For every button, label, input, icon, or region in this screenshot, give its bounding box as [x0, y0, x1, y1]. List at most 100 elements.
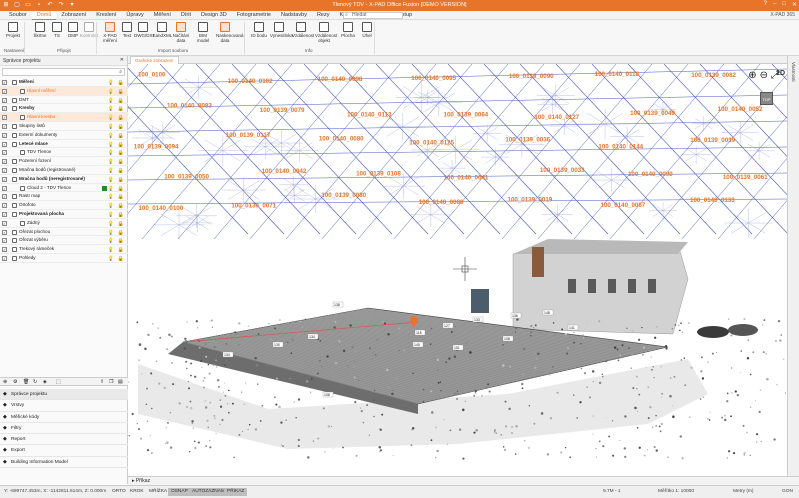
close-icon[interactable]: ✕ [792, 1, 797, 8]
copy-icon[interactable]: ❐ [109, 379, 113, 385]
help-icon[interactable]: ? [764, 1, 767, 8]
minimize-icon[interactable]: – [773, 1, 776, 8]
angle-units[interactable]: GON [782, 489, 793, 494]
ribbon-button-area[interactable]: Plocha [339, 22, 357, 38]
delete-icon[interactable]: 🗑 [23, 379, 29, 385]
visibility-checkbox[interactable]: ✓ [2, 238, 7, 244]
ribbon-button-dwg[interactable]: DWG/DXF [134, 22, 155, 38]
move-up-icon[interactable]: ⇧ [100, 379, 104, 385]
visibility-checkbox[interactable]: ✓ [2, 167, 7, 173]
ribbon-button-point-id[interactable]: ID bodu [250, 22, 268, 38]
tree-row[interactable]: ✓ Pozemní fození 💡 🔒 [0, 157, 128, 166]
tree-row[interactable]: ✓ Letecé mlace 💡 🔒 [0, 140, 128, 149]
paste-icon[interactable]: ▤ [118, 379, 123, 385]
visibility-checkbox[interactable]: ✓ [2, 123, 7, 129]
ribbon-button-load-data[interactable]: Načítání data [172, 22, 190, 43]
ribbon-button-line[interactable]: Vynesitlnka [270, 22, 293, 38]
visibility-checkbox[interactable]: ✓ [2, 255, 7, 261]
tree-row[interactable]: ✓ Externí dokumenty 💡 🔒 [0, 131, 128, 140]
status-toggle-mřížka[interactable]: MŘÍŽKA [146, 488, 170, 496]
visibility-checkbox[interactable]: ✓ [2, 203, 7, 209]
properties-icon[interactable]: ⚙ [13, 379, 17, 385]
tab-úpravy[interactable]: Úpravy [121, 12, 148, 20]
tree-row[interactable]: ✓ Ořezat plochou 💡 🔒 [0, 228, 128, 237]
nav-item[interactable]: ◆ Report [0, 434, 128, 446]
tab-rezy[interactable]: Rezy [312, 12, 335, 20]
tree-row[interactable]: ✓ Skupiny listů 💡 🔒 [0, 122, 128, 131]
tab-kreslení[interactable]: Kreslení [91, 12, 121, 20]
ribbon-button-bim[interactable]: BIM model [194, 22, 212, 43]
nav-item[interactable]: ◆ Vrstvy [0, 400, 128, 412]
tree-row[interactable]: ✓ Mračna bodů (registrované) 💡 🔒 [0, 166, 128, 175]
zoom-in-icon[interactable]: ⊕ [748, 70, 756, 81]
pin-icon[interactable]: ✕ [120, 57, 124, 63]
tab-fotogrametrie[interactable]: Fotogrametrie [232, 12, 276, 20]
tree-row[interactable]: ✓ Hlavní kresba 💡 🔒 [0, 113, 128, 122]
refresh-icon[interactable]: ↻ [33, 379, 37, 385]
color-swatch[interactable] [102, 185, 107, 191]
visibility-checkbox[interactable]: ✓ [2, 132, 7, 138]
nav-item[interactable]: ◆ Building Information Model [0, 457, 128, 469]
nav-item[interactable]: ◆ Export [0, 445, 128, 457]
visibility-checkbox[interactable]: ✓ [2, 247, 7, 253]
ribbon-button-distance[interactable]: Vzdálenost [292, 22, 314, 38]
ribbon-button-scan[interactable]: Naskenovaná data [216, 22, 244, 43]
export-layer-icon[interactable]: ⬚ [56, 379, 61, 385]
visibility-checkbox[interactable]: ✓ [2, 220, 7, 226]
tree-row[interactable]: ✓ Ořezat výběru 💡 🔒 [0, 236, 128, 246]
tree-row[interactable]: ✓ Mračna bodů (neregistrované) 💡 🔒 [0, 175, 128, 184]
status-toggle-krok[interactable]: KROK [127, 488, 147, 496]
nav-item[interactable]: ◆ Správce projektu [0, 389, 128, 401]
tree-row[interactable]: ✓ Rastr map 💡 🔒 [0, 192, 128, 202]
view-cube[interactable]: TOP [760, 92, 773, 105]
tab-domů[interactable]: Domů [31, 12, 57, 20]
tab-měření[interactable]: Měření [149, 12, 176, 20]
visibility-checkbox[interactable]: ✓ [2, 106, 7, 112]
visibility-checkbox[interactable]: ✓ [2, 185, 7, 191]
tree-row[interactable]: ✓ Měření 💡 🔒 [0, 78, 128, 87]
tree-row[interactable]: ✓ Pohledy 💡 🔒 [0, 254, 128, 263]
visibility-checkbox[interactable]: ✓ [2, 194, 7, 200]
visibility-checkbox[interactable]: ✓ [2, 229, 7, 235]
status-toggle-autozaznam[interactable]: AUTOZAZNAM [189, 488, 228, 496]
tree-row[interactable]: ✓ Projektovaná plocha 💡 🔒 [0, 210, 128, 219]
command-bar[interactable]: ▸ Příkaz [128, 476, 799, 485]
visibility-checkbox[interactable]: ✓ [2, 150, 7, 156]
ribbon-button-distance-object[interactable]: Vzdálenost objekt [315, 22, 337, 43]
visibility-checkbox[interactable]: ✓ [2, 141, 7, 147]
point-cloud-scene[interactable]: 100_0100 100_0140_0102 100_0140_0098 100_01… [128, 64, 787, 476]
graphic-viewport[interactable]: 100_0100 100_0140_0102 100_0140_0098 100_01… [128, 64, 787, 476]
ribbon-button-xpad[interactable]: X-PAD měření [101, 22, 119, 43]
tab-soubor[interactable]: Soubor [4, 12, 32, 20]
status-toggle-přikaz[interactable]: PŘIKAZ [224, 488, 248, 496]
vlastnosti-tab[interactable]: Vlastnosti [791, 62, 796, 82]
ribbon-button-project[interactable]: Projekt [4, 22, 22, 38]
tab-design-3d[interactable]: Design 3D [196, 12, 232, 20]
scale-readout[interactable]: Měřítko 1: 10000 [658, 489, 694, 494]
search-input[interactable]: ⌕ Hledat [343, 12, 403, 19]
tree-filter-input[interactable]: ⌕ [2, 68, 125, 76]
status-toggle-osnap[interactable]: OSNAP [168, 488, 191, 496]
settings-icon[interactable]: ◈ [43, 379, 47, 385]
maximize-icon[interactable]: □ [782, 1, 786, 8]
visibility-checkbox[interactable]: ✓ [2, 88, 7, 94]
units-readout[interactable]: Metry (m) [733, 489, 754, 494]
nav-item[interactable]: ◆ Filtry [0, 423, 128, 435]
view-2d-toggle[interactable]: 2D [776, 70, 785, 77]
tree-row[interactable]: ✓ Ortofoto 💡 🔒 [0, 201, 128, 210]
visibility-checkbox[interactable]: ✓ [2, 97, 7, 103]
tree-row[interactable]: ✓ Trekový rámeček 💡 🔒 [0, 245, 128, 254]
visibility-checkbox[interactable]: ✓ [2, 115, 7, 121]
nav-item[interactable]: ◆ Měřické kódy [0, 412, 128, 423]
tree-row[interactable]: ✓ TDV Tlenov 💡 🔒 [0, 148, 128, 158]
tab-zobrazení[interactable]: Zobrazení [56, 12, 91, 20]
tab-graphic-view[interactable]: Grafické zobrazení [130, 56, 179, 64]
status-toggle-orto[interactable]: ORTO [109, 488, 129, 496]
visibility-checkbox[interactable]: ✓ [2, 80, 7, 85]
light-bulb-icon[interactable]: 💡 [108, 255, 114, 264]
visibility-checkbox[interactable]: ✓ [2, 159, 7, 165]
ribbon-button-landxml[interactable]: LandXML [153, 22, 172, 38]
tab-dírit[interactable]: Dírit [176, 12, 196, 20]
visibility-checkbox[interactable]: ✓ [2, 211, 7, 217]
tree-row[interactable]: ✓ Zádný 💡 🔒 [0, 219, 128, 228]
